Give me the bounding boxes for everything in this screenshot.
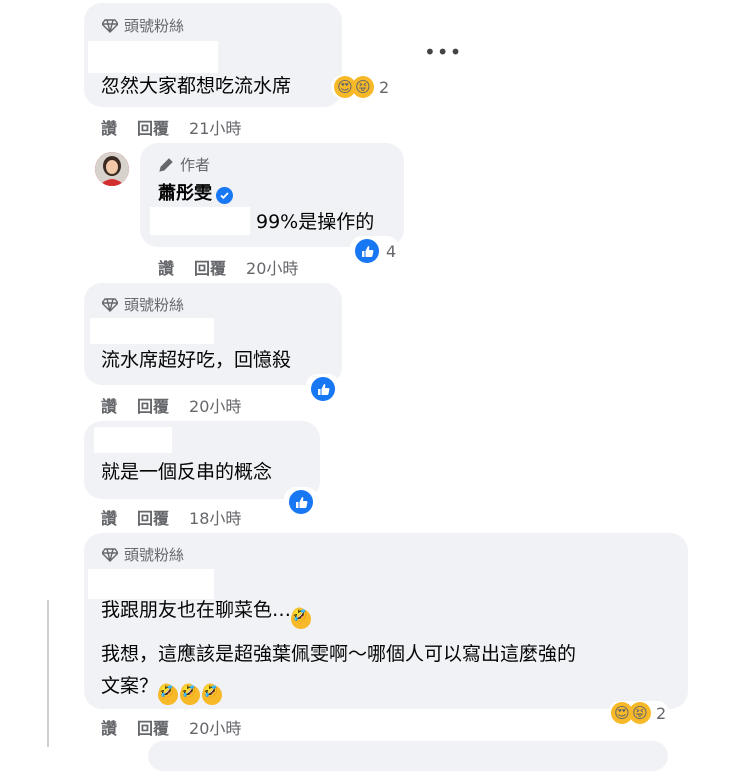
comment-actions: 讚 回覆 20小時 xyxy=(158,255,318,279)
reaction-summary[interactable] xyxy=(306,374,340,404)
comment-text-line2: 我想，這應該是超強葉佩雯啊～哪個人可以寫出這麼強的 xyxy=(101,643,577,665)
redacted-name xyxy=(94,427,172,453)
like-button[interactable]: 讚 xyxy=(101,115,117,139)
reply-button[interactable]: 回覆 xyxy=(137,115,169,139)
timestamp[interactable]: 20小時 xyxy=(189,715,241,739)
reaction-summary[interactable] xyxy=(284,487,318,517)
rofl-icon: 🤣 xyxy=(202,685,223,705)
top-fan-label: 頭號粉絲 xyxy=(124,17,185,35)
reaction-summary[interactable]: 4 xyxy=(350,236,400,266)
more-options-button[interactable]: ••• xyxy=(424,40,462,64)
author-label: 作者 xyxy=(180,156,211,174)
comment-line3: 文案？ xyxy=(101,675,159,697)
timestamp[interactable]: 18小時 xyxy=(189,505,241,529)
like-button[interactable]: 讚 xyxy=(101,505,117,529)
diamond-icon xyxy=(102,18,118,33)
avatar-image xyxy=(95,152,129,186)
comment-text: 就是一個反串的概念 xyxy=(101,461,273,483)
top-fan-badge: 頭號粉絲 xyxy=(102,294,184,315)
reply-button[interactable]: 回覆 xyxy=(137,715,169,739)
like-icon xyxy=(353,237,381,265)
redacted-name xyxy=(88,41,218,73)
comment-line1: 我跟朋友也在聊菜色… xyxy=(101,599,292,621)
author-name[interactable]: 蕭彤雯 xyxy=(158,183,212,204)
top-fan-badge: 頭號粉絲 xyxy=(102,544,184,565)
comment-actions: 讚 回覆 20小時 xyxy=(101,715,261,739)
comment-text: 忽然大家都想吃流水席 xyxy=(101,75,292,97)
verified-icon xyxy=(216,187,233,204)
diamond-icon xyxy=(102,297,118,312)
comment-actions: 讚 回覆 21小時 xyxy=(101,115,261,139)
haha-icon: 😝 xyxy=(352,76,374,98)
reply-button[interactable]: 回覆 xyxy=(137,393,169,417)
reply-button[interactable]: 回覆 xyxy=(194,255,226,279)
reaction-count: 2 xyxy=(379,77,390,97)
comment-text: 流水席超好吃，回憶殺 xyxy=(101,349,292,371)
top-fan-badge: 頭號粉絲 xyxy=(102,15,184,36)
reaction-summary[interactable]: 😍 😝 2 xyxy=(331,75,393,99)
next-comment-bubble xyxy=(148,741,668,771)
thread-line xyxy=(47,600,49,747)
top-fan-label: 頭號粉絲 xyxy=(124,296,185,314)
like-button[interactable]: 讚 xyxy=(101,715,117,739)
reply-button[interactable]: 回覆 xyxy=(137,505,169,529)
redacted-name xyxy=(88,569,214,599)
reaction-count: 2 xyxy=(656,703,667,723)
like-icon xyxy=(309,375,337,403)
haha-icon: 😝 xyxy=(629,702,651,724)
avatar[interactable] xyxy=(95,152,129,186)
timestamp[interactable]: 20小時 xyxy=(189,393,241,417)
comment-actions: 讚 回覆 18小時 xyxy=(101,505,261,529)
reaction-summary[interactable]: 😍 😝 2 xyxy=(608,701,670,725)
top-fan-label: 頭號粉絲 xyxy=(124,546,185,564)
like-button[interactable]: 讚 xyxy=(101,393,117,417)
comment-text-line3: 文案？🤣 🤣 🤣 xyxy=(101,673,223,705)
redacted-name xyxy=(90,318,214,344)
rofl-icon: 🤣 xyxy=(180,685,201,705)
timestamp[interactable]: 20小時 xyxy=(246,255,298,279)
like-button[interactable]: 讚 xyxy=(158,255,174,279)
like-icon xyxy=(287,488,315,516)
author-name-row: 蕭彤雯 xyxy=(158,181,233,207)
timestamp[interactable]: 21小時 xyxy=(189,115,241,139)
diamond-icon xyxy=(102,547,118,562)
reaction-count: 4 xyxy=(386,241,397,261)
redacted-name xyxy=(150,207,250,235)
rofl-icon: 🤣 xyxy=(291,609,312,629)
author-badge: 作者 xyxy=(158,154,210,175)
comment-text-line1: 我跟朋友也在聊菜色…🤣 xyxy=(101,597,312,629)
pencil-icon xyxy=(159,157,173,172)
comment-actions: 讚 回覆 20小時 xyxy=(101,393,261,417)
comment-text: 99%是操作的 xyxy=(256,211,375,233)
rofl-icon: 🤣 xyxy=(158,685,179,705)
